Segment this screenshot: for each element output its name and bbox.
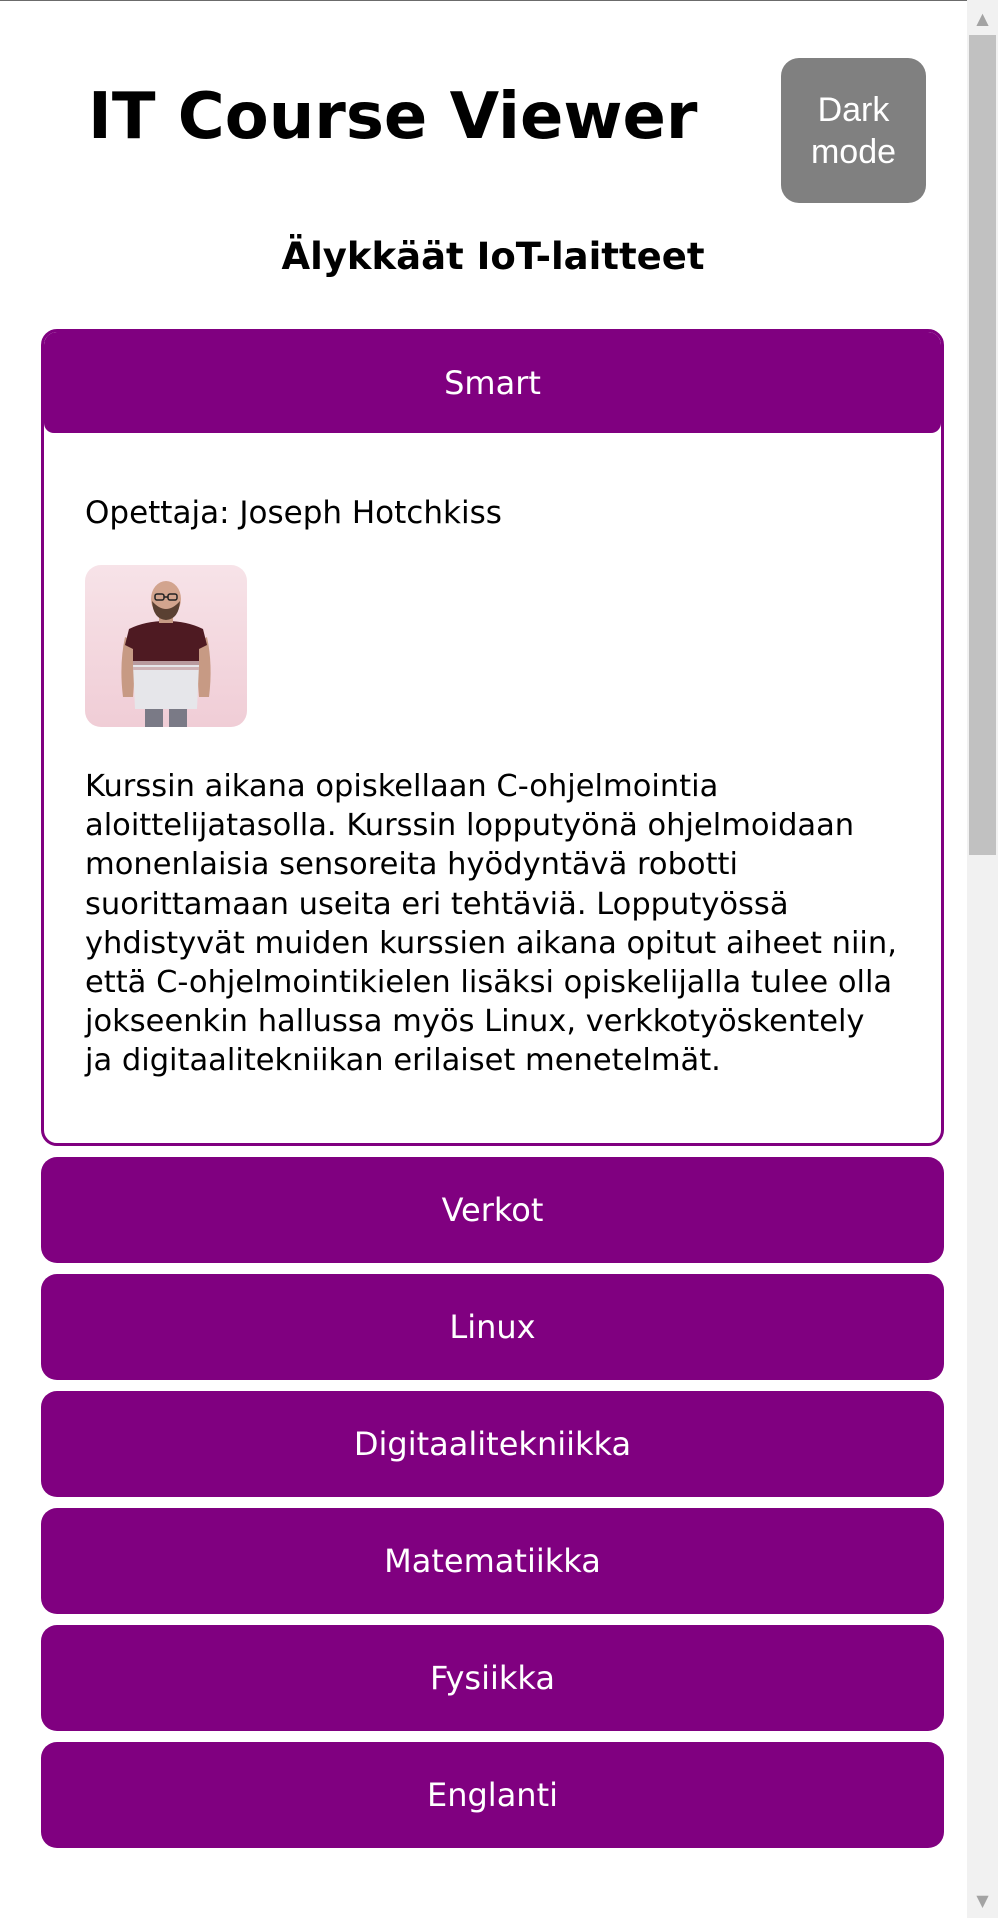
- scroll-down-arrow-icon[interactable]: ▼: [967, 1884, 998, 1918]
- scrollbar-thumb[interactable]: [969, 35, 996, 855]
- accordion-item-linux: Linux: [41, 1273, 944, 1380]
- accordion-item-englanti: Englanti: [41, 1741, 944, 1848]
- accordion-header-verkot[interactable]: Verkot: [41, 1156, 944, 1263]
- page: IT Course Viewer Dark mode Älykkäät IoT-…: [0, 0, 967, 1918]
- course-description: Kurssin aikana opiskellaan C-ohjelmointi…: [85, 769, 897, 1079]
- accordion-item-fysiikka: Fysiikka: [41, 1624, 944, 1731]
- accordion-item-verkot: Verkot: [41, 1156, 944, 1263]
- accordion-header-linux[interactable]: Linux: [41, 1273, 944, 1380]
- accordion-panel-smart: Opettaja: Joseph Hotchkiss Kurssin aikan…: [44, 433, 941, 1143]
- course-accordion: Smart Opettaja: Joseph Hotchkiss Kurssin…: [41, 329, 944, 1859]
- teacher-name: Opettaja: Joseph Hotchkiss: [85, 495, 502, 531]
- dark-mode-button[interactable]: Dark mode: [781, 58, 926, 203]
- accordion-header-smart[interactable]: Smart: [44, 332, 941, 433]
- app-title: IT Course Viewer: [88, 80, 698, 154]
- scroll-up-arrow-icon[interactable]: ▲: [967, 2, 998, 36]
- teacher-photo: [85, 565, 247, 727]
- accordion-item-smart: Smart Opettaja: Joseph Hotchkiss Kurssin…: [41, 329, 944, 1146]
- accordion-header-englanti[interactable]: Englanti: [41, 1741, 944, 1848]
- teacher-portrait-image: [121, 581, 211, 727]
- accordion-header-fysiikka[interactable]: Fysiikka: [41, 1624, 944, 1731]
- accordion-header-digitaalitekniikka[interactable]: Digitaalitekniikka: [41, 1390, 944, 1497]
- accordion-item-matematiikka: Matematiikka: [41, 1507, 944, 1614]
- course-title: Älykkäät IoT-laitteet: [281, 235, 705, 278]
- accordion-item-digitaalitekniikka: Digitaalitekniikka: [41, 1390, 944, 1497]
- vertical-scrollbar[interactable]: ▲ ▼: [967, 0, 998, 1918]
- accordion-header-matematiikka[interactable]: Matematiikka: [41, 1507, 944, 1614]
